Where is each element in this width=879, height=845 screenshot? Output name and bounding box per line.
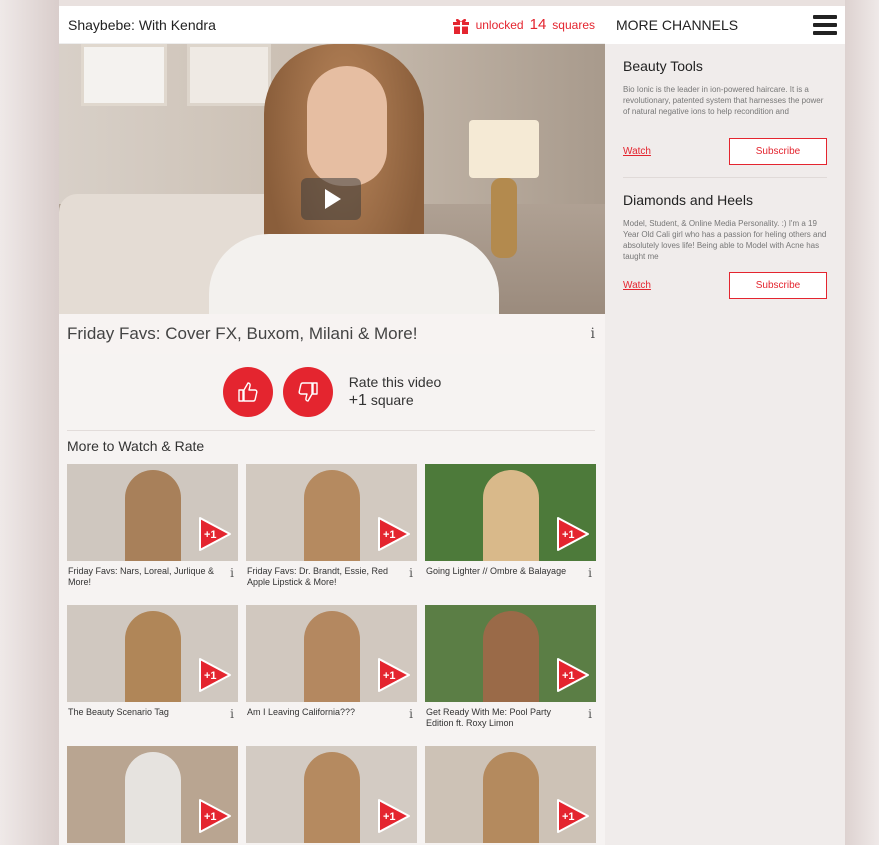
plus-one-badge-icon: +1 <box>378 517 410 551</box>
plus-one-label: +1 <box>204 670 217 682</box>
video-card[interactable]: +1 <box>67 746 238 845</box>
top-bar: Shaybebe: With Kendra unlocked 14 square… <box>59 6 605 44</box>
rate-prompt: Rate this video +1 square <box>349 374 442 410</box>
subscribe-button[interactable]: Subscribe <box>729 272 827 299</box>
video-card[interactable]: +1 Am I Leaving California??? i <box>246 605 417 746</box>
wall-frame <box>81 44 167 106</box>
watch-link[interactable]: Watch <box>623 146 651 157</box>
lamp-shade <box>469 120 539 178</box>
plus-one-label: +1 <box>383 529 396 541</box>
video-card[interactable]: +1 <box>425 746 596 845</box>
video-thumbnail[interactable]: +1 <box>425 464 596 561</box>
video-card-info-icon[interactable]: i <box>230 707 234 721</box>
unlocked-count: 14 <box>529 16 547 33</box>
unlocked-label: unlocked <box>475 17 524 32</box>
channel-name[interactable]: Beauty Tools <box>623 58 827 74</box>
video-info-icon[interactable]: i <box>591 326 595 342</box>
page-background-left <box>0 0 59 845</box>
channel-title[interactable]: Shaybebe: With Kendra <box>68 17 216 33</box>
video-thumbnail[interactable]: +1 <box>67 464 238 561</box>
channel-card: Diamonds and Heels Model, Student, & Onl… <box>605 178 845 299</box>
video-player[interactable] <box>59 44 605 314</box>
video-title: Friday Favs: Cover FX, Buxom, Milani & M… <box>67 324 418 343</box>
video-card-title[interactable]: Friday Favs: Dr. Brandt, Essie, Red Appl… <box>247 566 397 588</box>
video-card[interactable]: +1 The Beauty Scenario Tag i <box>67 605 238 746</box>
sidebar: MORE CHANNELS Beauty Tools Bio Ionic is … <box>605 6 845 845</box>
thumbs-down-button[interactable] <box>282 367 333 417</box>
video-thumbnail[interactable]: +1 <box>246 605 417 702</box>
video-thumbnail[interactable]: +1 <box>67 746 238 843</box>
channel-description: Model, Student, & Online Media Personali… <box>623 219 827 261</box>
video-card[interactable]: +1 <box>246 746 417 845</box>
wall-frame <box>187 44 271 106</box>
video-card[interactable]: +1 Going Lighter // Ombre & Balayage i <box>425 464 596 605</box>
video-card-title[interactable]: Friday Favs: Nars, Loreal, Jurlique & Mo… <box>68 566 218 588</box>
plus-one-badge-icon: +1 <box>199 658 231 692</box>
plus-one-badge-icon: +1 <box>378 658 410 692</box>
video-card-info-icon[interactable]: i <box>409 566 413 588</box>
unlocked-unit: squares <box>552 17 595 32</box>
video-card-title[interactable]: Going Lighter // Ombre & Balayage <box>426 566 576 580</box>
plus-one-label: +1 <box>562 529 575 541</box>
video-card-info-icon[interactable]: i <box>230 566 234 588</box>
plus-one-label: +1 <box>383 670 396 682</box>
play-button[interactable] <box>301 178 361 220</box>
video-grid: +1 Friday Favs: Nars, Loreal, Jurlique & … <box>67 464 597 845</box>
thumbs-up-button[interactable] <box>222 367 273 417</box>
video-card-info-icon[interactable]: i <box>588 566 592 580</box>
video-card-info-icon[interactable]: i <box>588 707 592 729</box>
plus-one-badge-icon: +1 <box>199 799 231 833</box>
plus-one-badge-icon: +1 <box>557 517 589 551</box>
video-card[interactable]: +1 Friday Favs: Nars, Loreal, Jurlique & … <box>67 464 238 605</box>
video-thumbnail[interactable]: +1 <box>425 746 596 843</box>
video-card-info-icon[interactable]: i <box>409 707 413 721</box>
plus-one-label: +1 <box>204 529 217 541</box>
sidebar-header: MORE CHANNELS <box>605 6 845 44</box>
video-card-title[interactable]: The Beauty Scenario Tag <box>68 707 218 721</box>
video-thumbnail[interactable]: +1 <box>67 605 238 702</box>
video-thumbnail[interactable]: +1 <box>246 464 417 561</box>
rate-label: Rate this video <box>348 374 442 390</box>
sidebar-title: MORE CHANNELS <box>616 17 739 33</box>
channel-card: Beauty Tools Bio Ionic is the leader in … <box>605 44 845 178</box>
thumbs-down-icon <box>298 382 318 402</box>
divider <box>67 430 595 431</box>
gift-icon <box>452 18 469 34</box>
page-background-right <box>845 0 879 845</box>
menu-icon[interactable] <box>813 15 837 35</box>
plus-one-label: +1 <box>562 670 575 682</box>
video-thumbnail[interactable]: +1 <box>425 605 596 702</box>
video-card-title[interactable]: Am I Leaving California??? <box>247 707 397 721</box>
plus-one-label: +1 <box>383 811 396 823</box>
plus-one-badge-icon: +1 <box>378 799 410 833</box>
plus-one-badge-icon: +1 <box>557 658 589 692</box>
video-card-title[interactable]: Get Ready With Me: Pool Party Edition ft… <box>426 707 576 729</box>
main-panel: Shaybebe: With Kendra unlocked 14 square… <box>59 6 605 845</box>
more-to-watch-heading: More to Watch & Rate <box>67 438 205 454</box>
plus-one-badge-icon: +1 <box>557 799 589 833</box>
rate-reward-unit: square <box>370 392 414 408</box>
plus-one-badge-icon: +1 <box>199 517 231 551</box>
channel-description: Bio Ionic is the leader in ion-powered h… <box>623 85 824 116</box>
video-card[interactable]: +1 Get Ready With Me: Pool Party Edition … <box>425 605 596 746</box>
watch-link[interactable]: Watch <box>623 280 651 291</box>
video-card[interactable]: +1 Friday Favs: Dr. Brandt, Essie, Red Ap… <box>246 464 417 605</box>
rate-reward: +1 <box>348 392 367 409</box>
video-title-bar: Friday Favs: Cover FX, Buxom, Milani & M… <box>59 314 605 354</box>
rate-section: Rate this video +1 square <box>59 360 605 424</box>
plus-one-label: +1 <box>562 811 575 823</box>
thumbs-up-icon <box>237 382 258 402</box>
video-thumbnail[interactable]: +1 <box>246 746 417 843</box>
plus-one-label: +1 <box>204 811 217 823</box>
subscribe-button[interactable]: Subscribe <box>729 138 827 165</box>
unlocked-squares-indicator: unlocked 14 squares <box>452 16 595 34</box>
channel-name[interactable]: Diamonds and Heels <box>623 192 827 208</box>
